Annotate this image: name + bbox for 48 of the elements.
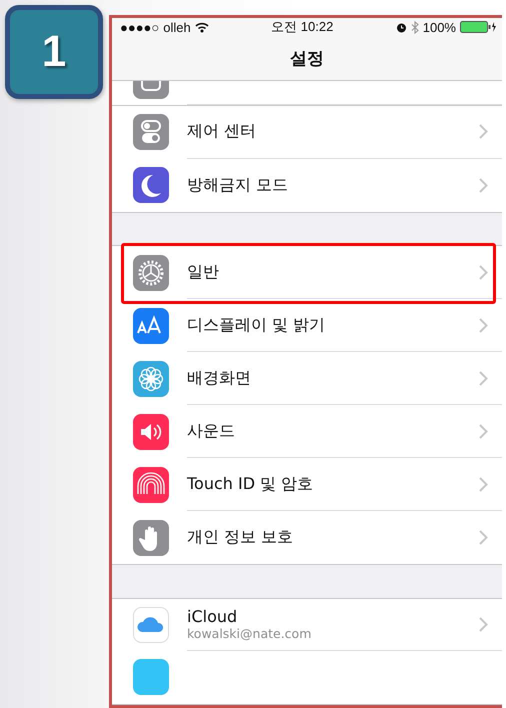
settings-row[interactable]: 사운드 bbox=[112, 405, 502, 458]
flower-icon bbox=[133, 360, 169, 397]
app-tile-icon bbox=[133, 659, 169, 696]
settings-row[interactable]: 방해금지 모드 bbox=[112, 158, 502, 212]
chevron-icon bbox=[479, 370, 488, 386]
settings-row[interactable]: 개인 정보 보호 bbox=[112, 511, 502, 564]
hand-icon bbox=[133, 520, 169, 556]
row-label: Touch ID 및 암호 bbox=[187, 474, 314, 495]
row-label: 사운드 bbox=[187, 420, 236, 442]
settings-row[interactable]: 일반 bbox=[112, 246, 502, 300]
carrier-name: olleh bbox=[163, 20, 191, 35]
chevron-icon bbox=[479, 318, 488, 333]
moon-icon bbox=[133, 167, 169, 204]
settings-row[interactable]: 디스플레이 및 밝기 bbox=[112, 299, 502, 352]
status-time: 오전 10:22 bbox=[271, 18, 334, 36]
gear-icon bbox=[133, 254, 169, 291]
row-label: 방해금지 모드 bbox=[187, 174, 290, 196]
settings-row[interactable]: iCloud kowalski@nate.com bbox=[112, 598, 502, 651]
signal-dots: ●●●●○ bbox=[120, 20, 160, 35]
step-number-badge: 1 bbox=[5, 5, 103, 99]
row-label: 디스플레이 및 밝기 bbox=[187, 314, 326, 336]
bluetooth-icon bbox=[410, 20, 419, 34]
settings-row[interactable]: Touch ID 및 암호 bbox=[112, 458, 502, 512]
fingerprint-icon bbox=[133, 466, 169, 503]
settings-row[interactable]: 제어 센터 bbox=[112, 106, 502, 159]
row-label: 제어 센터 bbox=[187, 121, 258, 142]
chevron-icon bbox=[479, 616, 488, 632]
battery-percent: 100% bbox=[422, 20, 456, 35]
chevron-icon bbox=[479, 264, 488, 280]
row-label: 일반 bbox=[187, 262, 220, 283]
chevron-icon bbox=[479, 424, 488, 439]
chevron-icon bbox=[479, 476, 488, 492]
chevron-icon bbox=[479, 124, 488, 140]
chevron-icon bbox=[479, 530, 488, 546]
row-label: 배경화면 bbox=[187, 368, 252, 389]
text-size-icon bbox=[133, 308, 169, 344]
speaker-icon bbox=[133, 414, 169, 450]
nav-title: 설정 bbox=[290, 48, 324, 70]
chevron-icon bbox=[479, 178, 488, 193]
row-subtitle: kowalski@nate.com bbox=[187, 626, 312, 642]
row-label: 개인 정보 보호 bbox=[187, 527, 294, 548]
battery-icon bbox=[460, 21, 496, 34]
toggles-icon bbox=[133, 114, 169, 150]
wifi-icon bbox=[194, 22, 209, 33]
cloud-icon bbox=[133, 606, 169, 643]
row-label: iCloud bbox=[187, 607, 238, 626]
settings-row[interactable]: 배경화면 bbox=[112, 352, 502, 406]
alarm-clock-icon bbox=[396, 22, 407, 33]
